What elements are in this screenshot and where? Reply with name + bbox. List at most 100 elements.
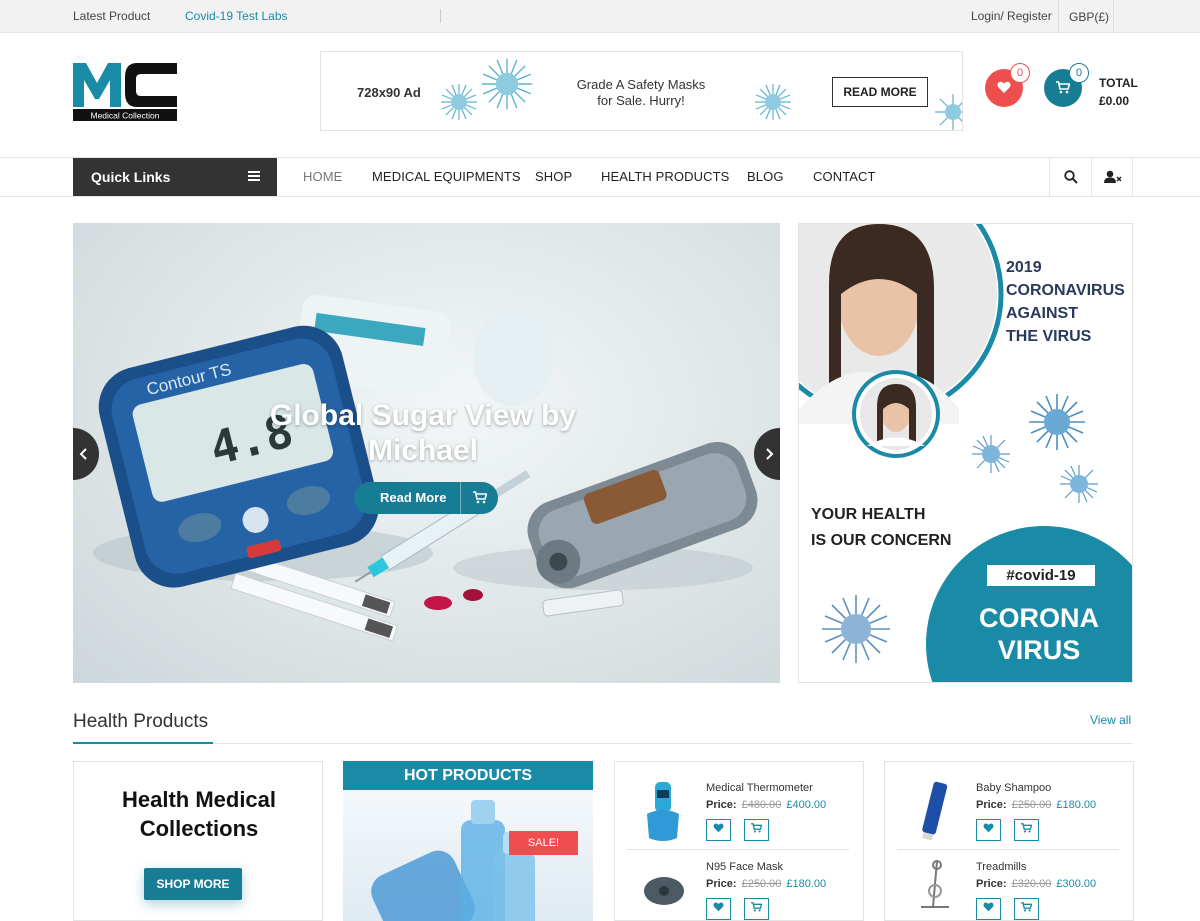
product-name[interactable]: Baby Shampoo bbox=[976, 782, 1051, 794]
add-to-wishlist-button[interactable] bbox=[976, 819, 1001, 841]
sale-badge: SALE! bbox=[509, 831, 578, 855]
product-thumbnail bbox=[921, 860, 949, 908]
chevron-right-icon bbox=[766, 448, 774, 460]
ad-message-line: for Sale. Hurry! bbox=[597, 93, 685, 108]
cart-icon bbox=[751, 902, 763, 912]
product-thumbnail bbox=[647, 782, 679, 841]
ad-read-more-button[interactable]: READ MORE bbox=[832, 77, 928, 107]
login-register-link[interactable]: Login/ Register bbox=[971, 9, 1052, 23]
divider bbox=[73, 743, 1133, 744]
hot-products-card[interactable]: HOT PRODUCTS SALE! bbox=[343, 761, 593, 921]
ad-message: Grade A Safety Masks for Sale. Hurry! bbox=[561, 77, 721, 109]
cart-total-value: £0.00 bbox=[1099, 94, 1130, 108]
product-price: Price: £250.00 £180.00 bbox=[706, 878, 826, 890]
view-all-link[interactable]: View all bbox=[1090, 713, 1131, 727]
side-banner[interactable]: 2019 CORONAVIRUS AGAINST THE VIRUS YOUR … bbox=[798, 223, 1133, 683]
side-headline-line: THE VIRUS bbox=[1006, 328, 1092, 345]
add-to-cart-button[interactable] bbox=[1014, 898, 1039, 920]
logo-tagline: Medical Collection bbox=[91, 111, 160, 121]
cart-icon bbox=[1021, 823, 1033, 833]
side-big-title-line: VIRUS bbox=[997, 635, 1081, 665]
old-price: £480.00 bbox=[741, 799, 782, 811]
currency-selector[interactable]: GBP(£) bbox=[1058, 0, 1114, 33]
ticker-link[interactable]: Covid-19 Test Labs bbox=[185, 9, 288, 23]
old-price: £250.00 bbox=[1011, 799, 1052, 811]
product-price: Price: £320.00 £300.00 bbox=[976, 878, 1096, 890]
product-name[interactable]: Treadmills bbox=[976, 861, 1026, 873]
product-item[interactable]: N95 Face Mask Price: £250.00 £180.00 bbox=[615, 847, 863, 920]
cart-count-badge: 0 bbox=[1069, 63, 1089, 83]
section-title: Health Products bbox=[73, 711, 209, 732]
latest-product-label: Latest Product bbox=[73, 9, 151, 23]
side-tagline: YOUR HEALTH IS OUR CONCERN bbox=[811, 502, 951, 554]
product-name[interactable]: Medical Thermometer bbox=[706, 782, 813, 794]
chevron-left-icon bbox=[79, 448, 87, 460]
cart-total[interactable]: TOTAL £0.00 bbox=[1099, 74, 1138, 110]
shop-more-button[interactable]: SHOP MORE bbox=[144, 868, 242, 900]
section-underline bbox=[73, 742, 213, 744]
virus-icon bbox=[481, 58, 533, 110]
product-price: Price: £250.00 £180.00 bbox=[976, 799, 1096, 811]
slide-read-more-button[interactable]: Read More bbox=[354, 482, 498, 514]
heart-icon bbox=[713, 902, 724, 912]
promo-title: Health Medical Collections bbox=[74, 785, 322, 843]
nav-home[interactable]: HOME bbox=[303, 169, 342, 184]
new-price: £180.00 bbox=[1056, 799, 1097, 811]
virus-icon bbox=[935, 94, 962, 130]
product-item[interactable]: Treadmills Price: £320.00 £300.00 bbox=[885, 847, 1133, 920]
price-label: Price: bbox=[706, 799, 737, 811]
side-headline-line: CORONAVIRUS bbox=[1006, 282, 1125, 299]
cart-icon bbox=[1056, 81, 1071, 94]
virus-icon bbox=[441, 84, 477, 120]
nav-shop[interactable]: SHOP bbox=[535, 169, 572, 184]
hero-slider[interactable]: Contour TS 4.8 Global Sugar View by Mich… bbox=[73, 223, 780, 683]
slide-title-line: Global Sugar View by bbox=[269, 399, 577, 432]
heart-icon bbox=[713, 823, 724, 833]
cart-total-label: TOTAL bbox=[1099, 76, 1138, 90]
hashtag-badge: #covid-19 bbox=[987, 565, 1095, 586]
cart-icon bbox=[751, 823, 763, 833]
nav-blog[interactable]: BLOG bbox=[747, 169, 784, 184]
search-button[interactable] bbox=[1049, 158, 1091, 196]
site-logo[interactable]: Medical Collection bbox=[73, 63, 177, 121]
account-button[interactable] bbox=[1091, 158, 1133, 196]
side-tagline-line: IS OUR CONCERN bbox=[811, 532, 952, 549]
slider-prev-button[interactable] bbox=[73, 428, 99, 480]
top-bar: Latest Product Covid-19 Test Labs Login/… bbox=[0, 0, 1200, 33]
add-to-cart-button[interactable] bbox=[1014, 819, 1039, 841]
quick-links-button[interactable]: Quick Links bbox=[73, 158, 277, 196]
divider bbox=[440, 9, 441, 23]
nav-health-products[interactable]: HEALTH PRODUCTS bbox=[601, 169, 729, 184]
logo-mc-mark bbox=[73, 63, 177, 107]
add-to-cart-button[interactable] bbox=[744, 819, 769, 841]
add-to-cart-button[interactable] bbox=[744, 898, 769, 920]
slide-button-label: Read More bbox=[380, 490, 447, 505]
product-price: Price: £480.00 £400.00 bbox=[706, 799, 826, 811]
side-headline-line: AGAINST bbox=[1006, 305, 1078, 322]
add-to-wishlist-button[interactable] bbox=[976, 898, 1001, 920]
hamburger-icon bbox=[248, 171, 260, 181]
old-price: £320.00 bbox=[1011, 878, 1052, 890]
nav-contact[interactable]: CONTACT bbox=[813, 169, 876, 184]
hot-products-title: HOT PRODUCTS bbox=[343, 761, 593, 790]
product-item[interactable]: Medical Thermometer Price: £480.00 £400.00 bbox=[615, 768, 863, 848]
product-name[interactable]: N95 Face Mask bbox=[706, 861, 783, 873]
slide-title-line: Michael bbox=[367, 434, 479, 467]
ad-banner[interactable]: 728x90 Ad Grade A Safety Masks for Sale.… bbox=[320, 51, 963, 131]
virus-icon bbox=[755, 84, 791, 120]
search-icon bbox=[1064, 170, 1078, 184]
cart-icon bbox=[460, 482, 498, 514]
new-price: £180.00 bbox=[786, 878, 827, 890]
nav-medical-equipments[interactable]: MEDICAL EQUIPMENTS bbox=[372, 169, 521, 184]
add-to-wishlist-button[interactable] bbox=[706, 819, 731, 841]
wishlist-count-badge: 0 bbox=[1010, 63, 1030, 83]
ad-size-label: 728x90 Ad bbox=[357, 85, 421, 100]
slider-next-button[interactable] bbox=[754, 428, 780, 480]
product-item[interactable]: Baby Shampoo Price: £250.00 £180.00 bbox=[885, 768, 1133, 848]
cart-icon bbox=[1021, 902, 1033, 912]
side-headline-line: 2019 bbox=[1006, 259, 1042, 276]
side-headline: 2019 CORONAVIRUS AGAINST THE VIRUS bbox=[1006, 256, 1125, 348]
add-to-wishlist-button[interactable] bbox=[706, 898, 731, 920]
quick-links-label: Quick Links bbox=[91, 169, 171, 185]
new-price: £300.00 bbox=[1056, 878, 1097, 890]
